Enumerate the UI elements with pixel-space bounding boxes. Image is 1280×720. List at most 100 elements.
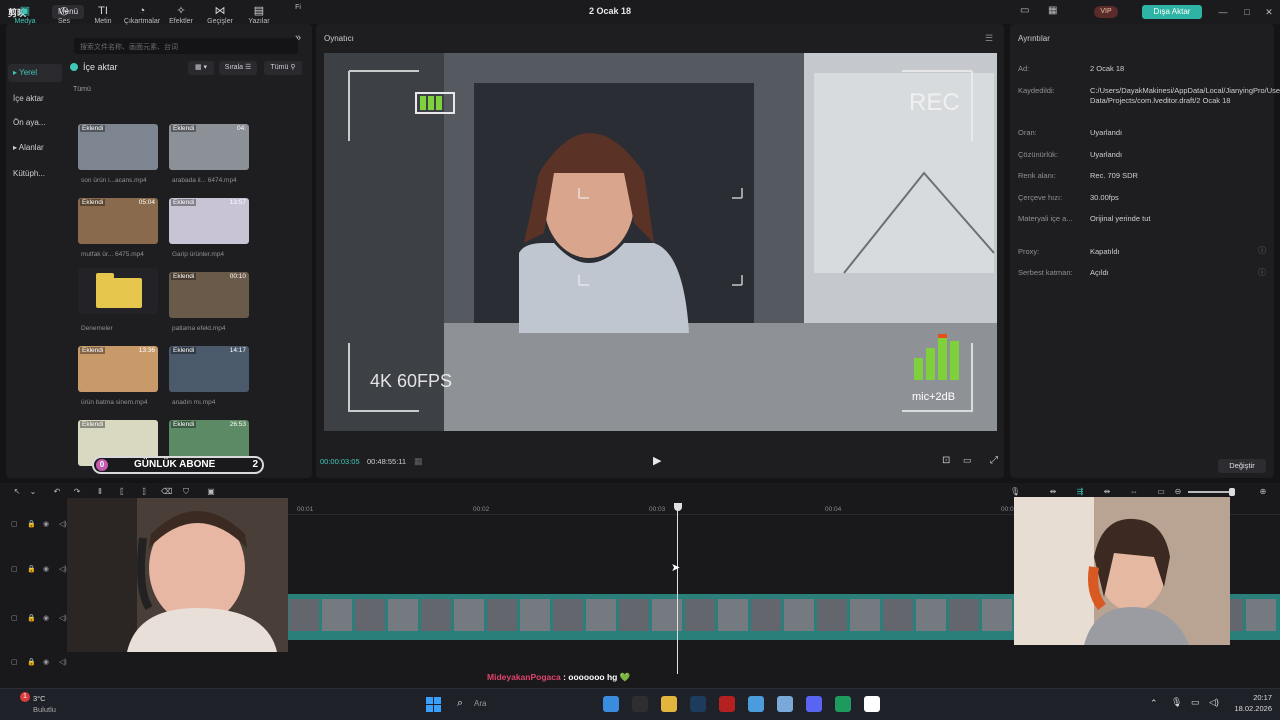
- tray-volume-icon[interactable]: ◁): [1209, 697, 1219, 708]
- sidebar-item-2[interactable]: Ön aya...: [8, 114, 62, 132]
- sidebar-item-4[interactable]: Kütüph...: [8, 165, 62, 183]
- tab-1[interactable]: ◷ Ses: [45, 4, 83, 34]
- mic-icon[interactable]: 🎙: [1010, 487, 1020, 497]
- tray-network-icon[interactable]: ▭: [1191, 697, 1200, 708]
- zoom-slider-handle[interactable]: [1229, 488, 1235, 496]
- fullscreen-icon[interactable]: ⤢: [990, 455, 998, 466]
- maximize-button[interactable]: □: [1240, 5, 1254, 19]
- layout-grid-icon[interactable]: ▦: [1048, 5, 1062, 19]
- undo-icon[interactable]: ↶: [52, 487, 62, 497]
- media-thumb[interactable]: Eklendi 14:17: [169, 346, 249, 392]
- delete-icon[interactable]: ⌫: [161, 487, 172, 497]
- export-button[interactable]: Dışa Aktar: [1142, 5, 1202, 19]
- split-right-icon[interactable]: ⟧: [139, 487, 149, 497]
- media-thumb[interactable]: Eklendi 13:36: [78, 346, 158, 392]
- tab-3[interactable]: ◔ Çıkartmalar: [123, 4, 161, 34]
- sidebar-item-1[interactable]: İçe aktar: [8, 90, 62, 108]
- search-icon[interactable]: ⌕: [457, 697, 463, 710]
- weather-text[interactable]: Bulutlu: [33, 705, 56, 714]
- settings-icon[interactable]: [777, 696, 793, 712]
- tray-mic-icon[interactable]: 🎙: [1171, 697, 1182, 708]
- tab-6[interactable]: ▤ Yazılar: [240, 4, 278, 34]
- chevron-down-icon[interactable]: ⌄: [28, 487, 38, 497]
- taskbar-search-label[interactable]: Ara: [474, 699, 486, 708]
- discord-icon[interactable]: [806, 696, 822, 712]
- select-tool-icon[interactable]: ↖: [12, 487, 22, 497]
- preview-icon[interactable]: ▭: [1154, 487, 1168, 497]
- sort-button[interactable]: Sırala ☰: [219, 61, 257, 75]
- folder-icon[interactable]: [661, 696, 677, 712]
- chrome-icon[interactable]: [748, 696, 764, 712]
- play-button[interactable]: ▶: [653, 454, 667, 468]
- clock-time[interactable]: 20:17: [1246, 693, 1272, 702]
- proxy-info-icon[interactable]: ⓘ: [1258, 245, 1266, 256]
- tab-0[interactable]: ▣ Medya: [6, 4, 44, 34]
- timeline-grid-icon[interactable]: ▦: [414, 456, 423, 467]
- track-2-padlock-icon[interactable]: 🔒: [27, 565, 36, 573]
- sidebar-item-0[interactable]: ▸ Yerel: [8, 64, 62, 82]
- playhead-handle[interactable]: [674, 503, 682, 511]
- split-icon[interactable]: Ⅱ: [95, 487, 105, 497]
- redo-icon[interactable]: ↷: [72, 487, 82, 497]
- minimize-button[interactable]: —: [1216, 5, 1230, 19]
- track-3-audio-icon[interactable]: ◁): [59, 614, 67, 622]
- track-3-eye-icon[interactable]: ◉: [43, 614, 49, 622]
- media-thumb[interactable]: Eklendi 00:10: [169, 272, 249, 318]
- track-2-audio-icon[interactable]: ◁): [59, 565, 67, 573]
- track-4-eye-icon[interactable]: ◉: [43, 658, 49, 666]
- explorer-icon[interactable]: [603, 696, 619, 712]
- media-thumb[interactable]: Eklendi: [78, 124, 158, 170]
- track-4-lock-icon[interactable]: ▢: [11, 658, 18, 666]
- image-icon[interactable]: ▣: [206, 487, 216, 497]
- track-4-audio-icon[interactable]: ◁): [59, 658, 67, 666]
- media-thumb[interactable]: Eklendi 05:04: [78, 198, 158, 244]
- track-1-eye-icon[interactable]: ◉: [43, 520, 49, 528]
- tab-5[interactable]: ⋈ Geçişler: [201, 4, 239, 34]
- track-3-padlock-icon[interactable]: 🔒: [27, 614, 36, 622]
- track-2-eye-icon[interactable]: ◉: [43, 565, 49, 573]
- player-menu-icon[interactable]: ☰: [985, 33, 993, 44]
- media-thumb[interactable]: Eklendi 13:57: [169, 198, 249, 244]
- sidebar-item-3[interactable]: ▸ Alanlar: [8, 139, 62, 157]
- vip-badge[interactable]: VIP: [1094, 6, 1118, 18]
- tab-4[interactable]: ✧ Efektler: [162, 4, 200, 34]
- tray-chevron-icon[interactable]: ⌃: [1150, 698, 1158, 709]
- zoom-out-icon[interactable]: ⊖: [1173, 487, 1183, 497]
- chain-icon[interactable]: ⇹: [1100, 487, 1114, 497]
- align-icon[interactable]: ⇔: [1127, 487, 1141, 497]
- track-1-padlock-icon[interactable]: 🔒: [27, 520, 36, 528]
- close-button[interactable]: ✕: [1262, 5, 1276, 19]
- magnet-icon[interactable]: ⇶: [1073, 487, 1087, 497]
- layout-icon[interactable]: ▭: [1020, 5, 1034, 19]
- opera-icon[interactable]: [719, 696, 735, 712]
- track-2-lock-icon[interactable]: ▢: [11, 565, 18, 573]
- track-1-lock-icon[interactable]: ▢: [11, 520, 18, 528]
- media-thumb[interactable]: Eklendi 04:: [169, 124, 249, 170]
- screenshot-icon[interactable]: ⊡: [942, 455, 950, 466]
- video-preview[interactable]: REC 4K 60FPS mic+2dB: [324, 53, 997, 431]
- change-button[interactable]: Değiştir: [1218, 459, 1266, 473]
- ratio-icon[interactable]: ▭: [963, 455, 972, 466]
- view-toggle-button[interactable]: ▦ ▾: [188, 61, 214, 75]
- tab-7[interactable]: Fi: [279, 4, 317, 34]
- import-button[interactable]: İçe aktar: [70, 62, 118, 72]
- folder-thumb[interactable]: [78, 268, 158, 314]
- steam-icon[interactable]: [690, 696, 706, 712]
- playhead[interactable]: [677, 506, 678, 674]
- link-icon[interactable]: ⇹: [1046, 487, 1060, 497]
- track-4-padlock-icon[interactable]: 🔒: [27, 658, 36, 666]
- tab-2[interactable]: TI Metin: [84, 4, 122, 34]
- split-left-icon[interactable]: ⟦: [117, 487, 127, 497]
- track-1-audio-icon[interactable]: ◁): [59, 520, 67, 528]
- zoom-in-icon[interactable]: ⊕: [1258, 487, 1268, 497]
- zoom-slider[interactable]: [1188, 491, 1234, 493]
- capcut-icon[interactable]: [864, 696, 880, 712]
- clock-date[interactable]: 18.02.2026: [1228, 704, 1272, 713]
- windows-start-icon[interactable]: [426, 697, 441, 712]
- shield-icon[interactable]: ⛉: [181, 487, 191, 497]
- weather-temp[interactable]: 3°C: [33, 694, 46, 703]
- app-icon[interactable]: [835, 696, 851, 712]
- filter-button[interactable]: Tümü ⚲: [264, 61, 302, 75]
- terminal-icon[interactable]: [632, 696, 648, 712]
- track-3-lock-icon[interactable]: ▢: [11, 614, 18, 622]
